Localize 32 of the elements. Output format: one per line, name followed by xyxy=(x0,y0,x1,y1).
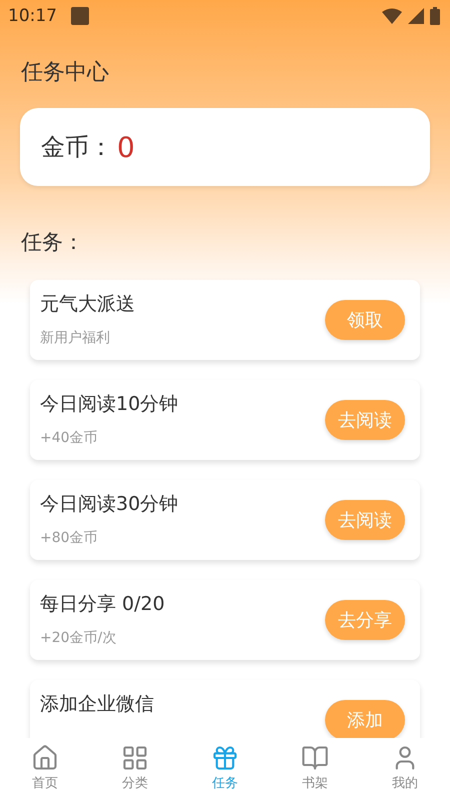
battery-icon xyxy=(430,7,440,25)
task-reward: +20金币/次 xyxy=(40,629,118,647)
signal-icon xyxy=(408,8,424,24)
task-reward: 新用户福利 xyxy=(40,329,111,347)
task-action-button[interactable]: 去阅读 xyxy=(325,500,405,540)
nav-tab[interactable]: 任务 xyxy=(180,738,270,800)
notification-icon xyxy=(71,7,89,25)
task-title: 今日阅读10分钟 xyxy=(40,392,178,417)
status-time: 10:17 xyxy=(8,6,57,26)
grid-icon xyxy=(121,744,149,772)
tasks-heading: 任务： xyxy=(20,229,85,256)
coin-count: 0 xyxy=(117,130,135,164)
nav-tab[interactable]: 分类 xyxy=(90,738,180,800)
gift-icon xyxy=(211,744,239,772)
book-icon xyxy=(301,744,329,772)
task-reward: +40金币 xyxy=(40,429,99,447)
task-title: 每日分享 0/20 xyxy=(40,592,165,617)
task-action-button[interactable]: 去阅读 xyxy=(325,400,405,440)
coin-label: 金币： xyxy=(41,132,113,163)
wifi-icon xyxy=(382,8,402,24)
page-title: 任务中心 xyxy=(20,59,110,87)
nav-tab[interactable]: 首页 xyxy=(0,738,90,800)
task-reward: +80金币 xyxy=(40,529,99,547)
nav-tab[interactable]: 书架 xyxy=(270,738,360,800)
task-action-button[interactable]: 添加 xyxy=(325,700,405,738)
home-icon xyxy=(31,744,59,772)
task-action-button[interactable]: 去分享 xyxy=(325,600,405,640)
task-title: 今日阅读30分钟 xyxy=(40,492,178,517)
task-title: 元气大派送 xyxy=(40,292,135,317)
task-action-button[interactable]: 领取 xyxy=(325,300,405,340)
task-title: 添加企业微信 xyxy=(40,692,154,717)
nav-tab[interactable]: 我的 xyxy=(360,738,450,800)
